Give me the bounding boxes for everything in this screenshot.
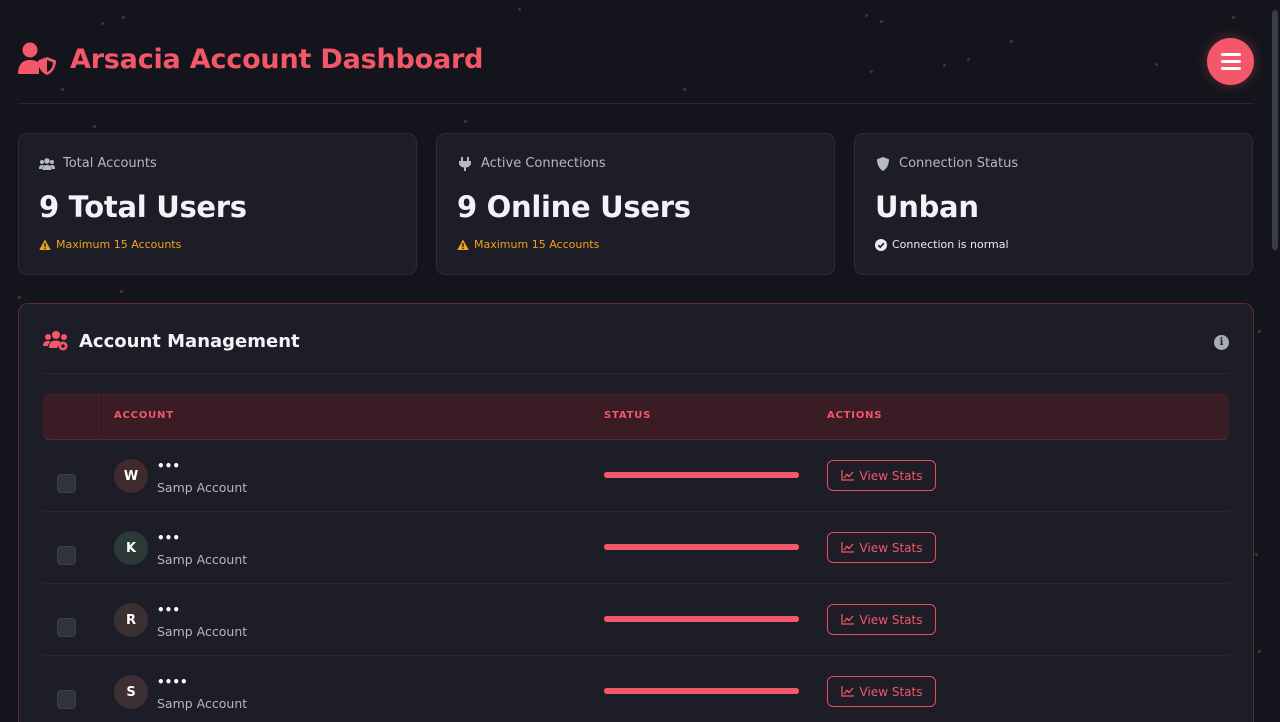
card-label: Active Connections bbox=[481, 156, 606, 171]
row-checkbox[interactable] bbox=[57, 618, 76, 637]
chart-line-icon bbox=[840, 686, 854, 697]
view-stats-button[interactable]: View Stats bbox=[827, 604, 936, 635]
table-row: S •••• Samp Account View Stats bbox=[43, 656, 1229, 722]
avatar: K bbox=[114, 531, 148, 565]
column-header-actions: ACTIONS bbox=[827, 410, 883, 421]
card-note: Maximum 15 Accounts bbox=[56, 238, 182, 251]
dashboard-header: Arsacia Account Dashboard bbox=[18, 36, 1254, 104]
card-value: 9 Total Users bbox=[39, 190, 247, 224]
card-note: Connection is normal bbox=[892, 238, 1009, 251]
hamburger-icon bbox=[1220, 53, 1241, 56]
column-header-status: STATUS bbox=[604, 410, 652, 421]
page-scrollbar[interactable] bbox=[1272, 10, 1278, 250]
card-value: Unban bbox=[875, 190, 979, 224]
account-name: •••• bbox=[157, 675, 188, 689]
chart-line-icon bbox=[840, 542, 854, 553]
view-stats-button[interactable]: View Stats bbox=[827, 532, 936, 563]
row-checkbox[interactable] bbox=[57, 690, 76, 709]
card-note: Maximum 15 Accounts bbox=[474, 238, 600, 251]
users-gear-icon bbox=[43, 331, 68, 351]
status-bar bbox=[604, 688, 799, 694]
account-name: ••• bbox=[157, 603, 181, 617]
account-type: Samp Account bbox=[157, 696, 248, 711]
avatar: W bbox=[114, 459, 148, 493]
avatar: S bbox=[114, 675, 148, 709]
account-type: Samp Account bbox=[157, 624, 248, 639]
account-name: ••• bbox=[157, 459, 181, 473]
table-row: R ••• Samp Account View Stats bbox=[43, 584, 1229, 656]
connection-status-card: Connection Status Unban Connection is no… bbox=[854, 133, 1253, 275]
account-type: Samp Account bbox=[157, 552, 248, 567]
table-row: W ••• Samp Account View Stats bbox=[43, 440, 1229, 512]
shield-icon bbox=[877, 156, 889, 171]
page-title: Arsacia Account Dashboard bbox=[70, 43, 484, 75]
menu-button[interactable] bbox=[1207, 38, 1254, 85]
card-label: Total Accounts bbox=[63, 156, 157, 171]
user-shield-icon bbox=[18, 42, 56, 75]
chart-line-icon bbox=[840, 470, 854, 481]
row-checkbox[interactable] bbox=[57, 546, 76, 565]
account-name: ••• bbox=[157, 531, 181, 545]
table-row: K ••• Samp Account View Stats bbox=[43, 512, 1229, 584]
row-checkbox[interactable] bbox=[57, 474, 76, 493]
divider bbox=[43, 373, 1229, 374]
info-icon[interactable]: i bbox=[1214, 335, 1229, 350]
check-circle-icon bbox=[875, 238, 887, 251]
plug-icon bbox=[459, 156, 471, 171]
column-header-account: ACCOUNT bbox=[114, 410, 174, 421]
chart-line-icon bbox=[840, 614, 854, 625]
card-value: 9 Online Users bbox=[457, 190, 691, 224]
active-connections-card: Active Connections 9 Online Users Maximu… bbox=[436, 133, 835, 275]
status-bar bbox=[604, 544, 799, 550]
view-stats-button[interactable]: View Stats bbox=[827, 676, 936, 707]
account-type: Samp Account bbox=[157, 480, 248, 495]
card-label: Connection Status bbox=[899, 156, 1019, 171]
status-bar bbox=[604, 616, 799, 622]
brand: Arsacia Account Dashboard bbox=[18, 42, 483, 76]
total-accounts-card: Total Accounts 9 Total Users Maximum 15 … bbox=[18, 133, 417, 275]
status-bar bbox=[604, 472, 799, 478]
avatar: R bbox=[114, 603, 148, 637]
panel-title: Account Management bbox=[79, 330, 300, 352]
account-management-panel: Account Management i ACCOUNT STATUS ACTI… bbox=[18, 303, 1254, 722]
view-stats-button[interactable]: View Stats bbox=[827, 460, 936, 491]
warning-icon bbox=[457, 239, 469, 250]
table-header: ACCOUNT STATUS ACTIONS bbox=[43, 393, 1229, 440]
users-icon bbox=[39, 157, 55, 170]
warning-icon bbox=[39, 239, 51, 250]
